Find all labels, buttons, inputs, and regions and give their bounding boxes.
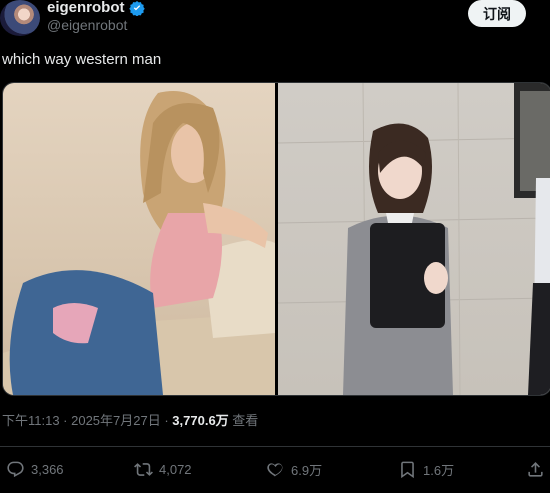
tweet-text: which way western man [2,51,162,68]
reply-button[interactable]: 3,366 [6,460,64,479]
views-label: 查看 [228,413,259,428]
bookmark-button[interactable]: 1.6万 [398,460,454,479]
repost-count: 4,072 [159,462,192,477]
reply-icon [7,461,24,478]
timestamp[interactable]: 下午11:13 · 2025年7月27日 · [2,413,172,428]
repost-button[interactable]: 4,072 [134,460,192,479]
photo-right[interactable] [278,83,550,395]
author-name-row: eigenrobot [47,0,145,16]
verified-badge-icon [128,0,145,16]
author-handle[interactable]: @eigenrobot [47,17,127,33]
photo-left[interactable] [3,83,275,395]
avatar[interactable] [0,0,40,36]
bookmark-count: 1.6万 [423,463,455,478]
bookmark-icon [401,461,414,479]
action-bar: 3,366 4,072 6.9万 1.6万 [0,460,550,482]
subscribe-button[interactable]: 订阅 [468,0,526,27]
photo-left-illustration [3,91,275,395]
photo-right-illustration [278,83,550,395]
repost-icon [134,463,153,476]
like-count: 6.9万 [291,463,323,478]
media-grid [2,82,550,396]
share-button[interactable] [526,460,545,479]
views-count: 3,770.6万 [172,413,229,428]
like-button[interactable]: 6.9万 [266,460,322,479]
tweet-meta: 下午11:13 · 2025年7月27日 · 3,770.6万 查看 [2,410,258,429]
heart-icon [267,463,283,477]
author-name[interactable]: eigenrobot [47,0,125,16]
divider [0,446,550,447]
reply-count: 3,366 [31,462,64,477]
share-icon [528,462,543,477]
